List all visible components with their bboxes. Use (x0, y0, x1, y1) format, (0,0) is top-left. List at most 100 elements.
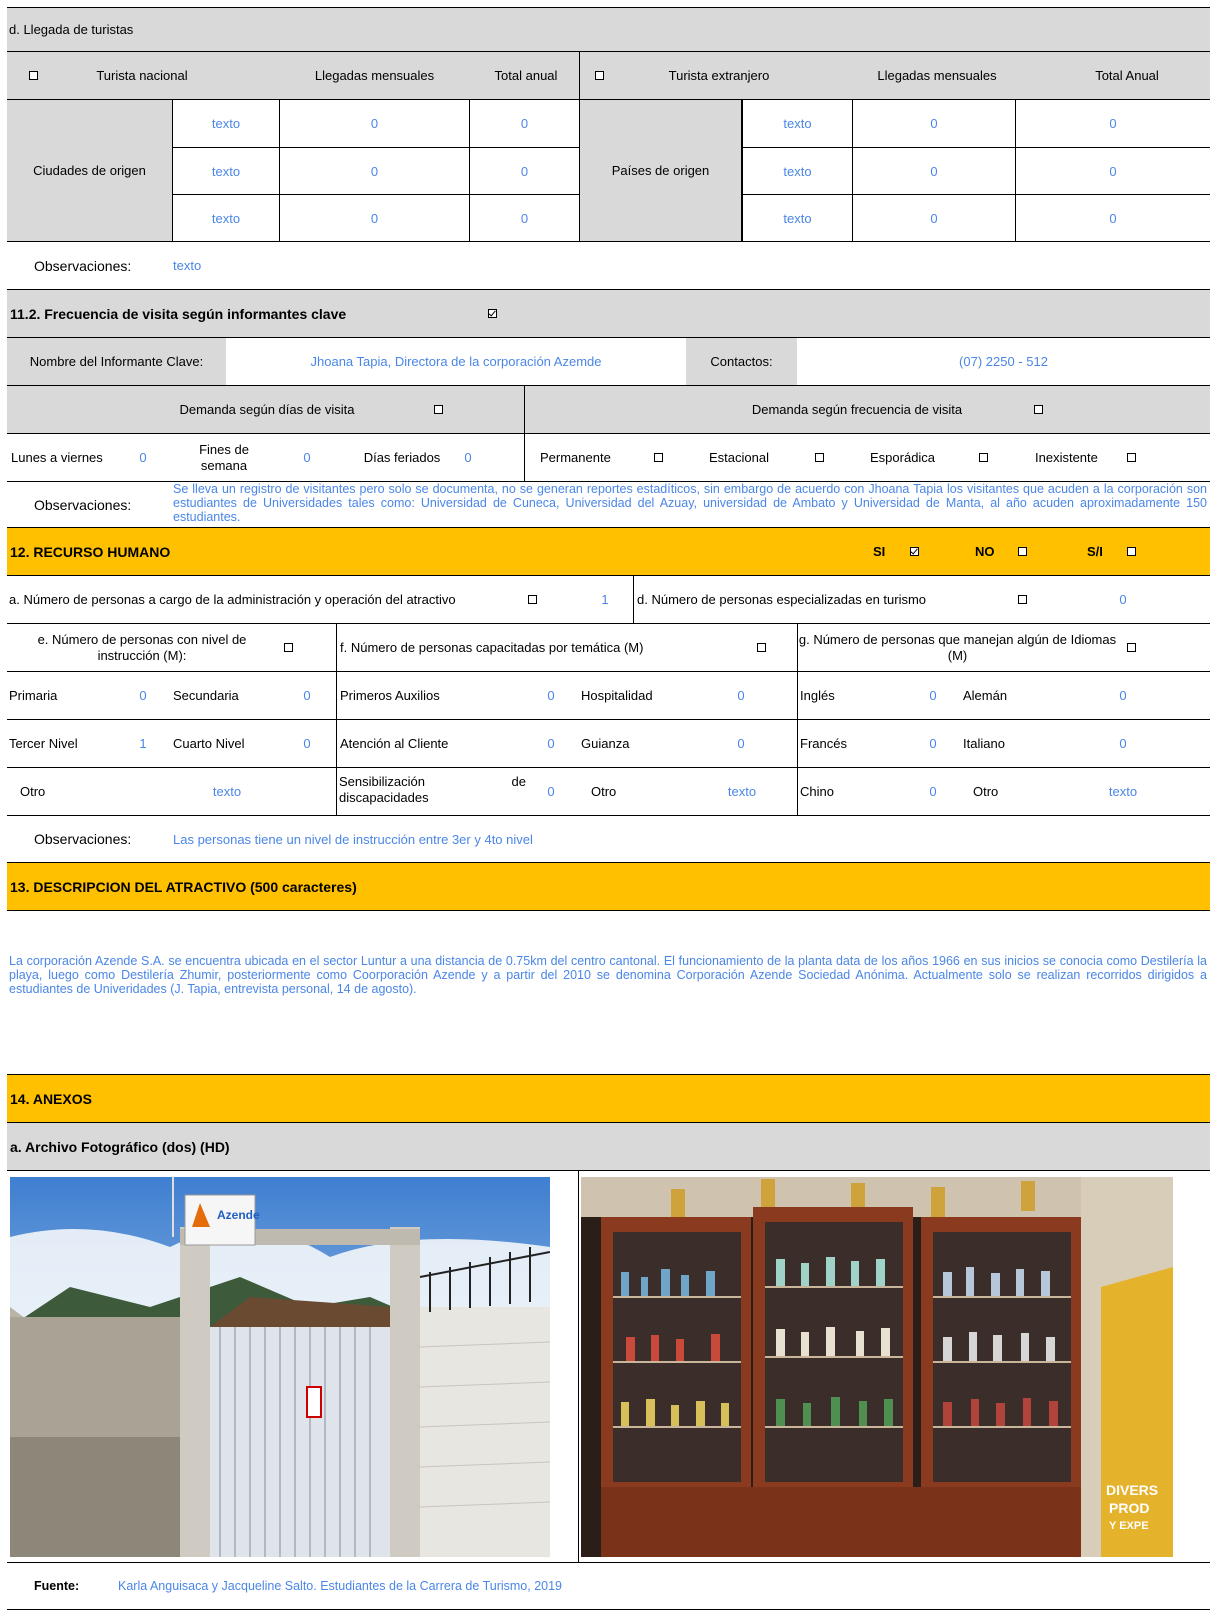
city-annual-value[interactable]: 0 (469, 194, 579, 242)
city-monthly-value[interactable]: 0 (279, 100, 469, 147)
education-level-value[interactable]: 0 (297, 720, 317, 767)
freq-checkbox[interactable] (1031, 386, 1045, 433)
language-label: Alemán (963, 688, 1008, 703)
informant-label: Nombre del Informante Clave: (7, 338, 226, 385)
permanent-checkbox[interactable] (651, 434, 665, 481)
education-level-value[interactable]: 1 (133, 720, 153, 767)
photo-cabinets-image: DIVERS PROD Y EXPE (581, 1177, 1173, 1557)
language-value[interactable]: 0 (923, 672, 943, 719)
national-checkbox[interactable] (27, 52, 39, 99)
education-level-value[interactable]: 0 (297, 672, 317, 719)
weekdays-value[interactable]: 0 (133, 434, 153, 481)
language-label: Francés (797, 720, 847, 767)
city-name[interactable]: texto (172, 194, 279, 242)
days-header: Demanda según días de visita (179, 402, 355, 417)
training-checkbox[interactable] (754, 624, 768, 671)
chinese-value[interactable]: 0 (923, 768, 943, 815)
nonexistent-checkbox[interactable] (1124, 434, 1138, 481)
photo-row: Azende DIVERS PROD Y EXPE (7, 1170, 1210, 1563)
country-monthly-value[interactable]: 0 (852, 147, 1015, 194)
hr-rows: Primaria 0 Secundaria 0 Primeros Auxilios 0 Ho… (7, 671, 1210, 767)
foreign-label: Turista extranjero (668, 68, 770, 83)
admin-value[interactable]: 1 (595, 576, 615, 623)
demand-header-row: Demanda según días de visita Demanda seg… (7, 385, 1210, 433)
chinese-label: Chino (797, 768, 834, 815)
foreign-monthly-label: Llegadas mensuales (877, 68, 997, 83)
country-name[interactable]: texto (742, 194, 852, 242)
hr-obs-value[interactable]: Las personas tiene un nivel de instrucci… (173, 816, 533, 862)
country-annual-value[interactable]: 0 (1015, 100, 1210, 147)
demand-values-divider (524, 434, 525, 481)
seasonal-checkbox[interactable] (812, 434, 826, 481)
holidays-value[interactable]: 0 (458, 434, 478, 481)
hr-no-label: NO (975, 544, 995, 559)
freq-header: Demanda según frecuencia de visita (751, 402, 963, 417)
training-topic-value[interactable]: 0 (541, 720, 561, 767)
foreign-checkbox[interactable] (579, 52, 619, 99)
hr-obs-label: Observaciones: (34, 831, 132, 847)
country-monthly-value[interactable]: 0 (852, 194, 1015, 242)
country-name[interactable]: texto (742, 147, 852, 194)
education-checkbox[interactable] (281, 624, 295, 671)
training-topic-value[interactable]: 0 (541, 672, 561, 719)
frequency-obs-value[interactable]: Se lleva un registro de visitantes pero … (173, 482, 1207, 527)
arrivals-obs-value[interactable]: texto (173, 242, 201, 289)
sensitization-label-c: discapacidades (339, 790, 429, 805)
photo-gate-image: Azende (10, 1177, 550, 1557)
language-value[interactable]: 0 (923, 720, 943, 767)
cities-label: Ciudades de origen (7, 100, 172, 241)
language-value[interactable]: 0 (1113, 672, 1133, 719)
specialized-checkbox[interactable] (1015, 576, 1029, 623)
language-label: Italiano (963, 736, 1005, 751)
country-annual-value[interactable]: 0 (1015, 147, 1210, 194)
city-monthly-value[interactable]: 0 (279, 147, 469, 194)
annexes-title-row: 14. ANEXOS (7, 1074, 1210, 1122)
training-topic-value[interactable]: 0 (731, 672, 751, 719)
arrivals-title: d. Llegada de turistas (9, 22, 134, 37)
training-topic-value[interactable]: 0 (731, 720, 751, 767)
photo-cabinets: DIVERS PROD Y EXPE (581, 1177, 1173, 1557)
specialized-label: d. Número de personas especializadas en … (633, 576, 926, 623)
informant-value[interactable]: Jhoana Tapia, Directora de la corporació… (226, 338, 686, 385)
education-level-label: Tercer Nivel (9, 736, 78, 751)
other2-label: Otro (591, 784, 617, 799)
weekends-value[interactable]: 0 (297, 434, 317, 481)
country-name[interactable]: texto (742, 100, 852, 147)
form-sheet: d. Llegada de turistas Turista nacional … (7, 7, 1210, 1610)
arrivals-origin-block: Ciudades de origen Países de origen text… (7, 99, 1210, 242)
days-checkbox[interactable] (431, 386, 445, 433)
sporadic-checkbox[interactable] (976, 434, 990, 481)
city-monthly-value[interactable]: 0 (279, 194, 469, 242)
other3-value[interactable]: texto (1093, 768, 1153, 815)
frequency-obs-row: Observaciones: Se lleva un registro de v… (7, 481, 1210, 527)
specialized-value[interactable]: 0 (1113, 576, 1133, 623)
education-level-value[interactable]: 0 (133, 672, 153, 719)
arrivals-title-row: d. Llegada de turistas (7, 7, 1210, 51)
hr-no-checkbox[interactable] (1015, 528, 1029, 575)
city-annual-value[interactable]: 0 (469, 100, 579, 147)
sensitization-value[interactable]: 0 (541, 768, 561, 815)
hr-na-checkbox[interactable] (1124, 528, 1138, 575)
weekends-label: Fines de semana (199, 441, 249, 473)
admin-checkbox[interactable] (525, 576, 539, 623)
city-name[interactable]: texto (172, 100, 279, 147)
languages-checkbox[interactable] (1124, 624, 1138, 671)
hr-yes-checkbox[interactable] (907, 528, 921, 575)
photo-title: a. Archivo Fotográfico (dos) (HD) (10, 1138, 230, 1155)
country-monthly-value[interactable]: 0 (852, 100, 1015, 147)
city-name[interactable]: texto (172, 147, 279, 194)
city-annual-value[interactable]: 0 (469, 147, 579, 194)
language-value[interactable]: 0 (1113, 720, 1133, 767)
country-annual-value[interactable]: 0 (1015, 194, 1210, 242)
source-value[interactable]: Karla Anguisaca y Jacqueline Salto. Estu… (118, 1563, 562, 1609)
frequency-checkbox[interactable] (485, 290, 499, 337)
contacts-value[interactable]: (07) 2250 - 512 (797, 338, 1210, 385)
language-label: Inglés (797, 672, 835, 719)
other-value[interactable]: texto (197, 768, 257, 815)
photo-cabinets-sign-a: DIVERS (1106, 1482, 1158, 1498)
hr-yes-label: SI (873, 544, 886, 559)
description-text[interactable]: La corporación Azende S.A. se encuentra … (9, 954, 1207, 996)
seasonal-label: Estacional (709, 450, 769, 465)
other2-value[interactable]: texto (712, 768, 772, 815)
admin-label: a. Número de personas a cargo de la admi… (9, 592, 456, 607)
